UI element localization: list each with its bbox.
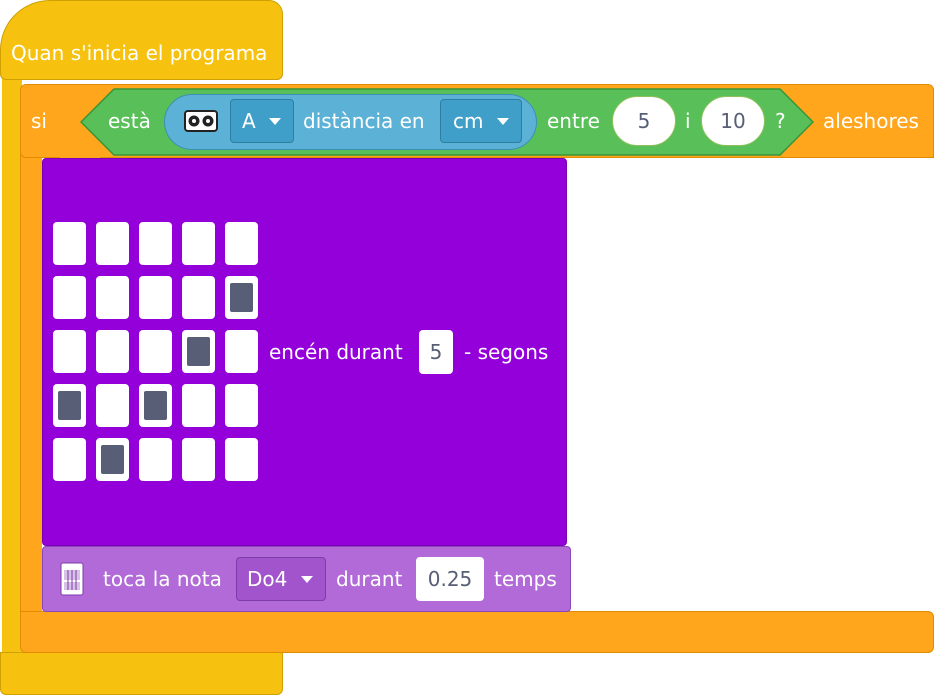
beats-input[interactable]: 0.25 [416, 557, 484, 601]
between-label: entre [547, 109, 600, 133]
led-cell-r1-c2[interactable] [96, 222, 129, 265]
light-up-for-label: encén durant [269, 340, 403, 364]
led-cell-r3-c5[interactable] [225, 330, 258, 373]
if-label: si [31, 109, 47, 133]
led-cell-r3-c3[interactable] [139, 330, 172, 373]
led-cell-r3-c1[interactable] [53, 330, 86, 373]
unit-value: cm [453, 109, 484, 133]
is-label: està [108, 109, 151, 133]
led-cell-r5-c2[interactable] [96, 438, 129, 481]
during-label: durant [336, 567, 403, 591]
led-cell-r4-c5[interactable] [225, 384, 258, 427]
chevron-down-icon [269, 118, 281, 125]
led-lit-indicator [58, 391, 81, 420]
led-cell-r2-c3[interactable] [139, 276, 172, 319]
question-mark: ? [775, 109, 786, 133]
led-lit-indicator [144, 391, 167, 420]
beats-label: temps [494, 567, 557, 591]
led-lit-indicator [187, 337, 210, 366]
led-cell-r1-c3[interactable] [139, 222, 172, 265]
led-cell-r5-c3[interactable] [139, 438, 172, 481]
note-dropdown[interactable]: Do4 [236, 557, 326, 601]
led-lit-indicator [230, 283, 253, 312]
led-cell-r2-c5[interactable] [225, 276, 258, 319]
low-value-input[interactable]: 5 [612, 96, 676, 146]
led-cell-r3-c4[interactable] [182, 330, 215, 373]
then-label: aleshores [823, 109, 919, 133]
hat-block-body [2, 40, 22, 655]
keyboard-icon [60, 562, 84, 596]
led-lit-indicator [101, 445, 124, 474]
duration-input[interactable]: 5 [419, 330, 453, 374]
led-cell-r2-c1[interactable] [53, 276, 86, 319]
led-cell-r5-c1[interactable] [53, 438, 86, 481]
led-cell-r2-c2[interactable] [96, 276, 129, 319]
and-label: i [685, 109, 691, 133]
led-cell-r5-c4[interactable] [182, 438, 215, 481]
led-cell-r4-c2[interactable] [96, 384, 129, 427]
led-cell-r5-c5[interactable] [225, 438, 258, 481]
if-block-arm [20, 150, 42, 620]
led-cell-r1-c1[interactable] [53, 222, 86, 265]
note-value: Do4 [247, 567, 288, 591]
port-dropdown[interactable]: A [230, 99, 294, 143]
hat-label: Quan s'inicia el programa [11, 41, 268, 65]
unit-dropdown[interactable]: cm [440, 99, 522, 143]
led-cell-r2-c4[interactable] [182, 276, 215, 319]
seconds-label: - segons [464, 340, 549, 364]
chevron-down-icon [497, 118, 509, 125]
hat-block-footer [0, 652, 283, 695]
led-cell-r1-c4[interactable] [182, 222, 215, 265]
led-cell-r1-c5[interactable] [225, 222, 258, 265]
led-cell-r3-c2[interactable] [96, 330, 129, 373]
if-block-bottom [20, 611, 934, 653]
distance-sensor-icon [184, 110, 218, 132]
play-note-label: toca la nota [103, 567, 222, 591]
high-value-input[interactable]: 10 [701, 96, 765, 146]
led-cell-r4-c4[interactable] [182, 384, 215, 427]
port-value: A [242, 109, 256, 133]
led-cell-r4-c3[interactable] [139, 384, 172, 427]
distance-in-label: distància en [303, 109, 425, 133]
led-cell-r4-c1[interactable] [53, 384, 86, 427]
when-program-starts-block[interactable]: Quan s'inicia el programa [0, 0, 283, 80]
chevron-down-icon [301, 576, 313, 583]
